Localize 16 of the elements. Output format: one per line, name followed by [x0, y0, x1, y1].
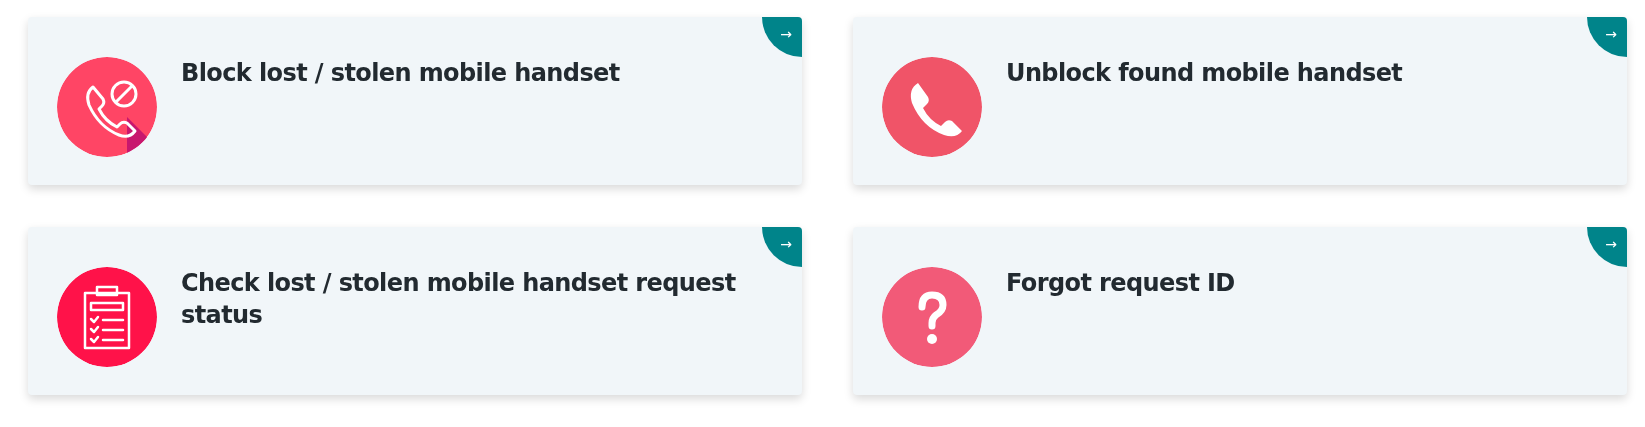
card-title: Check lost / stolen mobile handset request status [181, 268, 737, 331]
card[interactable]: Unblock found mobile handset → [853, 17, 1627, 185]
card-title: Unblock found mobile handset [1006, 58, 1403, 89]
arrow-link[interactable]: → [762, 227, 802, 267]
arrow-link[interactable]: → [1587, 17, 1627, 57]
clipboard-icon [57, 267, 157, 367]
card-title: Block lost / stolen mobile handset [181, 58, 620, 89]
phone-icon [882, 57, 982, 157]
arrow-link[interactable]: → [1587, 227, 1627, 267]
question-icon [882, 267, 982, 367]
card[interactable]: Check lost / stolen mobile handset request status → [28, 227, 802, 395]
phone-icon [57, 57, 157, 157]
card[interactable]: Block lost / stolen mobile handset → [28, 17, 802, 185]
card[interactable]: Forgot request ID → [853, 227, 1627, 395]
card-title: Forgot request ID [1006, 268, 1235, 299]
arrow-link[interactable]: → [762, 17, 802, 57]
